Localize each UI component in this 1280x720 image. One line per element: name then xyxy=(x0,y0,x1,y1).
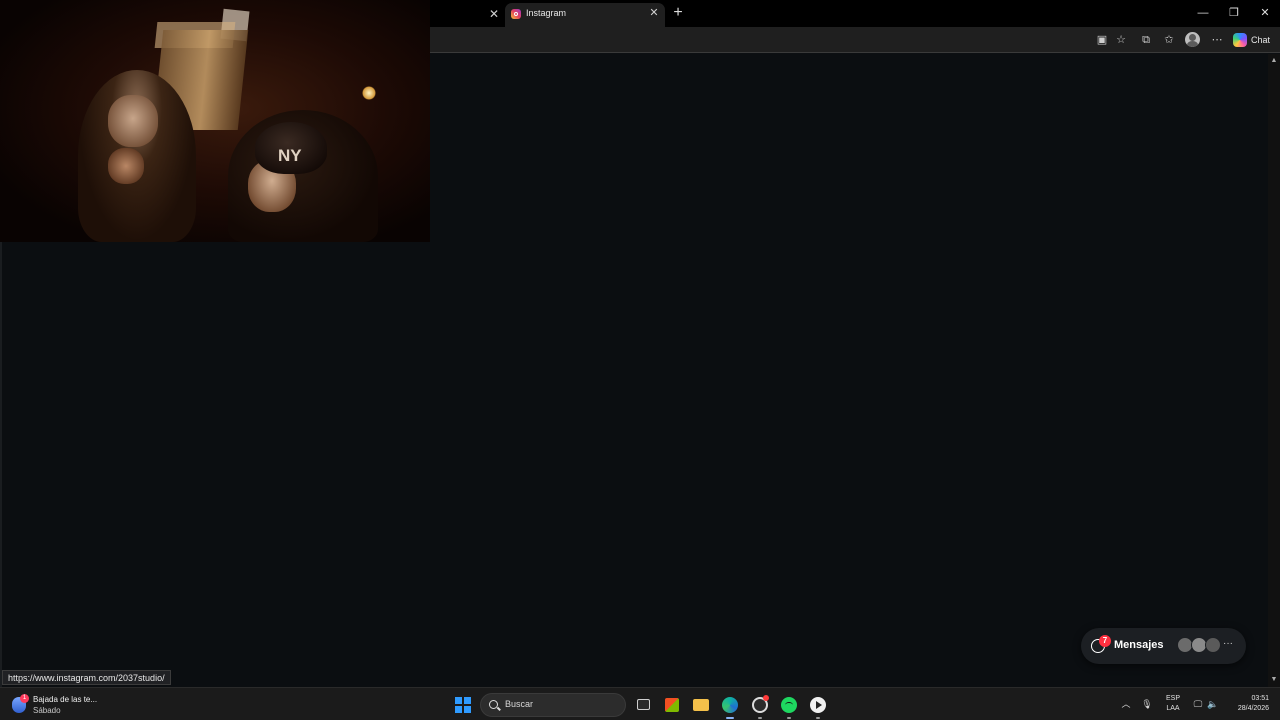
search-placeholder: Buscar xyxy=(505,699,534,709)
news-widget[interactable]: 1 Bajada de las te... Sábado xyxy=(12,693,122,717)
split-screen-icon[interactable]: ▣ xyxy=(1094,32,1110,48)
new-tab-button[interactable]: + xyxy=(670,4,686,22)
instagram-icon xyxy=(511,9,521,19)
microsoft-store-icon[interactable] xyxy=(662,695,682,715)
clock[interactable]: 03:51 28/4/2026 xyxy=(1227,694,1269,714)
tab-title: Instagram xyxy=(526,8,567,18)
messages-button[interactable]: 7 Mensajes ··· xyxy=(1081,628,1246,664)
taskbar-search[interactable]: Buscar xyxy=(480,693,626,717)
network-icon[interactable]: 🖵 xyxy=(1191,696,1205,712)
profile-icon[interactable] xyxy=(1185,32,1200,47)
avatar xyxy=(1205,637,1221,653)
widget-title: Bajada de las te... xyxy=(33,695,98,704)
favorite-star-icon[interactable]: ☆ xyxy=(1113,32,1129,48)
scroll-down-icon[interactable]: ▼ xyxy=(1269,675,1279,685)
copilot-icon xyxy=(1233,33,1247,47)
volume-icon[interactable]: 🔈 xyxy=(1206,696,1220,712)
chat-label: Chat xyxy=(1251,35,1271,45)
vertical-scrollbar[interactable]: ▲ ▼ xyxy=(1268,54,1280,687)
status-bar-url: https://www.instagram.com/2037studio/ xyxy=(2,670,171,685)
obs-icon[interactable] xyxy=(750,695,770,719)
show-hidden-icons-chevron-icon[interactable]: ︿ xyxy=(1119,696,1133,712)
previous-tab-close-icon[interactable]: ✕ xyxy=(487,7,501,21)
minimize-button[interactable]: — xyxy=(1194,5,1212,21)
edge-icon[interactable] xyxy=(720,695,740,719)
spotify-icon[interactable] xyxy=(779,695,799,719)
face-left xyxy=(108,95,158,147)
extensions-icon[interactable]: ⧉ xyxy=(1138,32,1154,48)
more-icon[interactable]: ⋯ xyxy=(1209,32,1225,48)
tab-close-icon[interactable]: ✕ xyxy=(648,7,660,19)
messages-label: Mensajes xyxy=(1114,639,1164,651)
language-indicator[interactable]: ESP LAA xyxy=(1163,694,1183,714)
widget-badge: 1 xyxy=(20,694,29,703)
tab-instagram[interactable]: Instagram ✕ xyxy=(505,3,665,27)
restore-button[interactable]: ❐ xyxy=(1225,5,1243,21)
clock-time: 03:51 xyxy=(1251,695,1269,702)
clock-date: 28/4/2026 xyxy=(1237,705,1269,712)
lamp-light xyxy=(362,86,376,100)
unread-badge: 7 xyxy=(1099,635,1111,647)
microphone-icon[interactable]: 🎙 xyxy=(1140,696,1154,712)
taskbar: 1 Bajada de las te... Sábado Buscar ︿ 🎙 … xyxy=(0,687,1280,720)
keyboard-layout: LAA xyxy=(1166,705,1180,712)
widget-subtitle: Sábado xyxy=(33,706,61,715)
task-view-icon[interactable] xyxy=(634,695,654,715)
copilot-chat-button[interactable]: Chat xyxy=(1233,32,1270,48)
screen: ✕ Instagram ✕ + — ❐ ✕ ▣ ☆ ⧉ ✩ ⋯ Chat ▲ ▼ xyxy=(0,0,1280,720)
close-window-button[interactable]: ✕ xyxy=(1256,5,1274,21)
hands-left xyxy=(108,148,144,184)
webcam-overlay: NY xyxy=(0,0,430,242)
media-player-icon[interactable] xyxy=(808,695,828,719)
file-explorer-icon[interactable] xyxy=(691,695,711,715)
search-icon xyxy=(489,700,498,709)
start-button[interactable] xyxy=(455,697,471,713)
favorites-icon[interactable]: ✩ xyxy=(1161,32,1177,48)
cap-logo: NY xyxy=(278,146,302,165)
language-code: ESP xyxy=(1165,695,1180,702)
more-avatars-icon: ··· xyxy=(1223,638,1233,649)
scroll-up-icon[interactable]: ▲ xyxy=(1269,56,1279,66)
